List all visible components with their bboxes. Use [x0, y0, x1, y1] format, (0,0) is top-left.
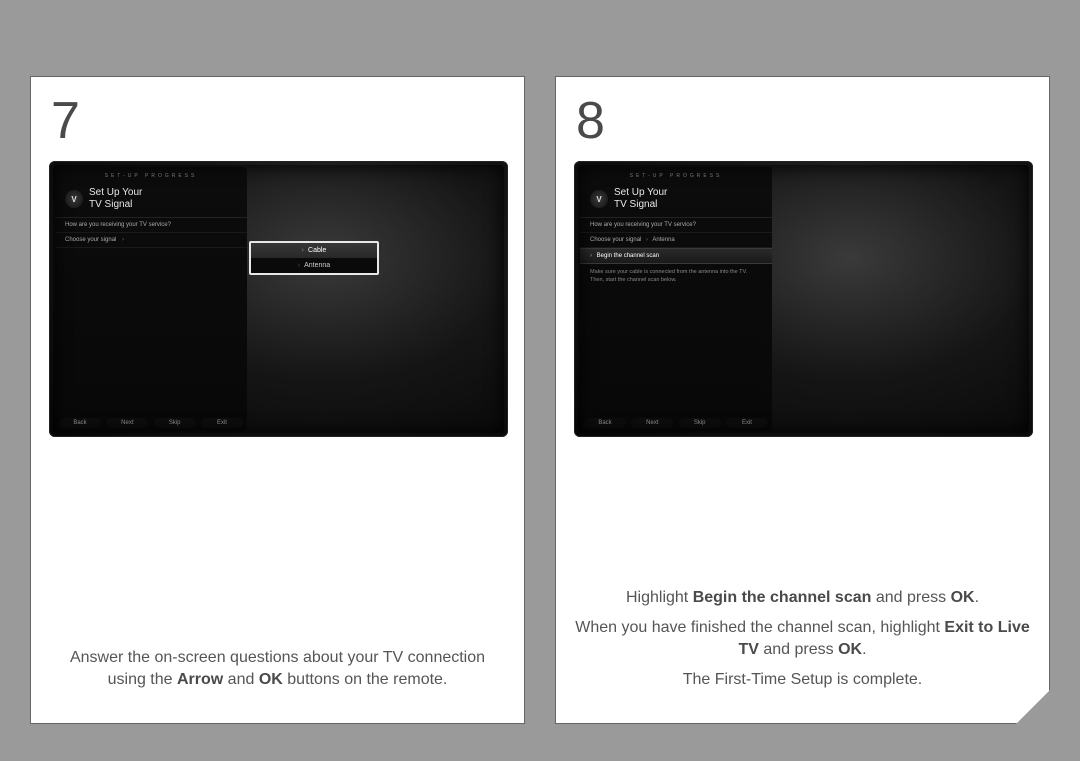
panel-title: V Set Up Your TV Signal	[580, 183, 772, 218]
chevron-right-icon: ›	[590, 253, 592, 259]
scan-hint: Make sure your cable is connected from t…	[580, 264, 772, 288]
panel-footer: Back Next Skip Exit	[580, 418, 772, 431]
choose-signal-label: Choose your signal	[65, 237, 116, 243]
panel-title-text: Set Up Your TV Signal	[89, 187, 142, 211]
choose-signal-row[interactable]: Choose your signal ›	[55, 233, 247, 248]
step-card-7: 7 SET-UP PROGRESS V Set Up Your TV Signa…	[30, 76, 525, 724]
chevron-right-icon: ›	[302, 247, 304, 254]
footer-exit-button[interactable]: Exit	[201, 418, 243, 428]
begin-scan-label: Begin the channel scan	[597, 253, 659, 259]
footer-back-button[interactable]: Back	[584, 418, 626, 428]
progress-label: SET-UP PROGRESS	[580, 171, 772, 183]
option-label: Cable	[308, 247, 326, 254]
caption-text: and press	[871, 589, 950, 606]
title-line: TV Signal	[614, 199, 657, 210]
chevron-right-icon: ›	[646, 237, 648, 243]
option-label: Antenna	[304, 262, 330, 269]
title-line: Set Up Your	[89, 187, 142, 198]
footer-next-button[interactable]: Next	[106, 418, 148, 428]
popup-option-antenna[interactable]: › Antenna	[251, 258, 377, 273]
step-number: 7	[51, 91, 506, 151]
caption-text: Highlight	[626, 589, 693, 606]
step-7-caption: Answer the on-screen questions about you…	[49, 647, 506, 699]
question-row: How are you receiving your TV service?	[55, 218, 247, 233]
caption-bold: OK	[259, 671, 283, 688]
setup-panel: SET-UP PROGRESS V Set Up Your TV Signal …	[580, 167, 772, 431]
step-number: 8	[576, 91, 1031, 151]
question-row: How are you receiving your TV service?	[580, 218, 772, 233]
chevron-right-icon: ›	[122, 237, 124, 243]
caption-text: .	[862, 641, 866, 658]
caption-bold: OK	[838, 641, 862, 658]
choose-signal-value: Antenna	[652, 237, 674, 243]
footer-exit-button[interactable]: Exit	[726, 418, 768, 428]
footer-skip-button[interactable]: Skip	[679, 418, 721, 428]
chevron-right-icon: ›	[298, 262, 300, 269]
setup-panel: SET-UP PROGRESS V Set Up Your TV Signal …	[55, 167, 247, 431]
brand-logo-icon: V	[65, 190, 83, 208]
footer-next-button[interactable]: Next	[631, 418, 673, 428]
choose-signal-row[interactable]: Choose your signal › Antenna	[580, 233, 772, 248]
footer-skip-button[interactable]: Skip	[154, 418, 196, 428]
step-cards: 7 SET-UP PROGRESS V Set Up Your TV Signa…	[30, 76, 1050, 724]
title-line: Set Up Your	[614, 187, 667, 198]
step-card-8: 8 SET-UP PROGRESS V Set Up Your TV Signa…	[555, 76, 1050, 724]
begin-scan-row[interactable]: › Begin the channel scan	[580, 248, 772, 264]
choose-signal-label: Choose your signal	[590, 237, 641, 243]
caption-bold: Begin the channel scan	[693, 589, 872, 606]
progress-label: SET-UP PROGRESS	[55, 171, 247, 183]
caption-text: .	[975, 589, 979, 606]
caption-text: and press	[759, 641, 838, 658]
panel-footer: Back Next Skip Exit	[55, 418, 247, 431]
step-8-caption: Highlight Begin the channel scan and pre…	[574, 587, 1031, 699]
caption-text: The First-Time Setup is complete.	[574, 669, 1031, 691]
brand-logo-icon: V	[590, 190, 608, 208]
caption-bold: OK	[951, 589, 975, 606]
signal-popup: › Cable › Antenna	[249, 241, 379, 275]
title-line: TV Signal	[89, 199, 132, 210]
tv-screenshot-7: SET-UP PROGRESS V Set Up Your TV Signal …	[49, 161, 508, 437]
panel-title-text: Set Up Your TV Signal	[614, 187, 667, 211]
caption-text: buttons on the remote.	[283, 671, 448, 688]
tv-screenshot-8: SET-UP PROGRESS V Set Up Your TV Signal …	[574, 161, 1033, 437]
caption-bold: Arrow	[177, 671, 223, 688]
panel-title: V Set Up Your TV Signal	[55, 183, 247, 218]
caption-text: When you have finished the channel scan,…	[575, 619, 944, 636]
popup-option-cable[interactable]: › Cable	[251, 243, 377, 258]
footer-back-button[interactable]: Back	[59, 418, 101, 428]
caption-text: and	[223, 671, 259, 688]
